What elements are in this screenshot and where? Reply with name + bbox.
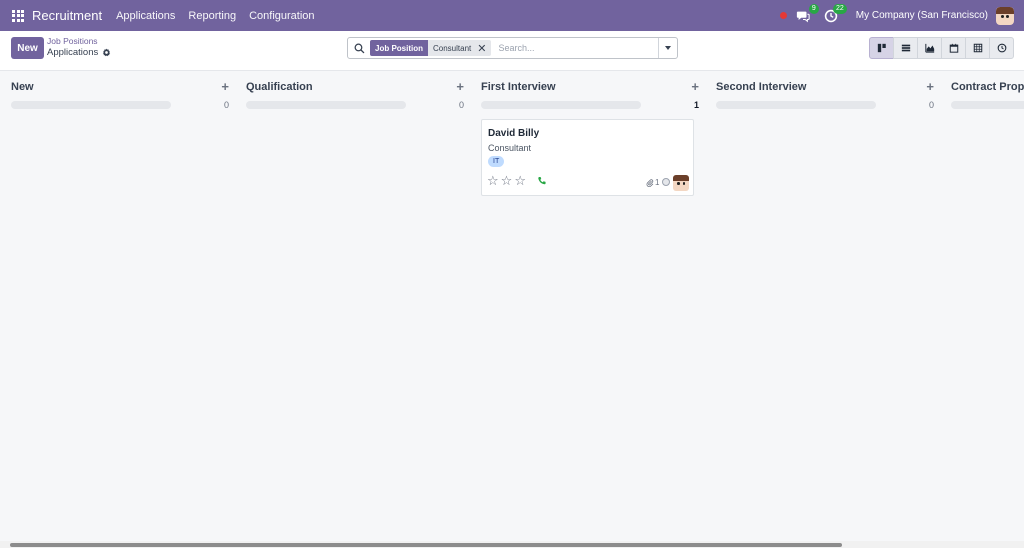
applicant-tag: IT: [488, 156, 505, 167]
pivot-table-icon: [973, 43, 982, 53]
column-progress-bar[interactable]: [246, 101, 406, 109]
column-add-icon[interactable]: +: [926, 79, 934, 94]
star-icon[interactable]: ☆: [501, 174, 513, 187]
column-add-icon[interactable]: +: [456, 79, 464, 94]
kanban-column-first-interview: First Interview + 1 David Billy Consulta…: [481, 71, 699, 541]
applicant-card[interactable]: David Billy Consultant IT ☆ ☆ ☆ 1: [481, 119, 694, 196]
column-progress-bar[interactable]: [716, 101, 876, 109]
phone-icon[interactable]: [537, 176, 547, 186]
app-name[interactable]: Recruitment: [32, 8, 102, 23]
view-switcher: [869, 37, 1014, 59]
company-switcher[interactable]: My Company (San Francisco): [856, 10, 988, 21]
menu-reporting[interactable]: Reporting: [188, 10, 236, 22]
recruiter-avatar[interactable]: [673, 175, 689, 191]
top-navbar: Recruitment Applications Reporting Confi…: [0, 0, 1024, 31]
column-title[interactable]: First Interview: [481, 81, 556, 93]
column-count: 0: [458, 100, 464, 110]
navbar-systray: 9 22 My Company (San Francisco): [779, 0, 1014, 31]
pivot-view-button[interactable]: [965, 37, 990, 59]
attachments-count: 1: [655, 178, 660, 187]
kanban-column-qualification: Qualification + 0: [246, 71, 464, 541]
apps-grid-icon[interactable]: [12, 9, 24, 22]
column-title[interactable]: Contract Proposal: [951, 81, 1024, 93]
area-chart-icon: [924, 43, 934, 53]
breadcrumb-current: Applications: [47, 47, 111, 58]
list-icon: [901, 44, 910, 52]
kanban-column-second-interview: Second Interview + 0: [716, 71, 934, 541]
activities-button[interactable]: 22: [824, 3, 847, 23]
caret-down-icon: [665, 46, 671, 50]
facet-label: Job Position: [370, 40, 428, 56]
breadcrumb: Job Positions Applications: [47, 36, 111, 58]
scrollbar-thumb[interactable]: [10, 543, 842, 547]
kanban-view-button[interactable]: [869, 37, 894, 59]
list-view-button[interactable]: [893, 37, 918, 59]
column-count: 0: [223, 100, 229, 110]
column-progress-bar[interactable]: [481, 101, 641, 109]
user-avatar[interactable]: [996, 6, 1014, 25]
gear-icon[interactable]: [102, 48, 111, 57]
breadcrumb-job-positions[interactable]: Job Positions: [47, 36, 111, 46]
search-input[interactable]: [498, 43, 639, 53]
star-icon[interactable]: ☆: [487, 174, 499, 187]
recording-dot-icon[interactable]: [779, 12, 787, 19]
attachments[interactable]: 1: [646, 178, 659, 187]
kanban-board: New + 0 Qualification + 0 First Intervie…: [0, 71, 1024, 541]
column-add-icon[interactable]: +: [221, 79, 229, 94]
activities-badge: 22: [832, 3, 847, 14]
menu-configuration[interactable]: Configuration: [249, 10, 314, 22]
control-panel: New Job Positions Applications Job Posit…: [0, 31, 1024, 71]
priority-stars: ☆ ☆ ☆: [487, 174, 526, 187]
facet-value: Consultant ✕: [428, 40, 492, 56]
applicant-job: Consultant: [488, 143, 532, 153]
star-icon[interactable]: ☆: [514, 174, 526, 187]
search-bar[interactable]: Job Position Consultant ✕: [347, 37, 678, 59]
activity-clock-icon: [997, 43, 1006, 53]
horizontal-scrollbar[interactable]: [0, 541, 1024, 548]
calendar-icon: [949, 43, 958, 53]
graph-view-button[interactable]: [917, 37, 942, 59]
column-count: 0: [928, 100, 934, 110]
column-progress-bar[interactable]: [951, 101, 1024, 109]
messages-button[interactable]: 9: [796, 3, 819, 23]
chat-icon: [796, 11, 810, 22]
column-title[interactable]: Qualification: [246, 81, 313, 93]
paperclip-icon: [646, 178, 654, 187]
messages-badge: 9: [808, 3, 819, 14]
facet-remove-icon[interactable]: ✕: [477, 42, 486, 55]
kanban-icon: [877, 43, 886, 53]
applicant-name: David Billy: [488, 128, 540, 139]
facet-value-text: Consultant: [433, 43, 472, 53]
breadcrumb-current-label: Applications: [47, 47, 99, 58]
menu-applications[interactable]: Applications: [116, 10, 175, 22]
column-title[interactable]: New: [11, 81, 34, 93]
kanban-column-contract-proposal: Contract Proposal: [951, 71, 1024, 541]
activity-view-button[interactable]: [989, 37, 1014, 59]
column-progress-bar[interactable]: [11, 101, 171, 109]
kanban-column-new: New + 0: [11, 71, 229, 541]
calendar-view-button[interactable]: [941, 37, 966, 59]
column-count: 1: [693, 100, 699, 110]
new-button[interactable]: New: [11, 37, 44, 59]
column-add-icon[interactable]: +: [691, 79, 699, 94]
column-title[interactable]: Second Interview: [716, 81, 806, 93]
search-icon: [354, 43, 365, 53]
kanban-state-dot[interactable]: [662, 178, 670, 186]
search-options-toggle[interactable]: [658, 38, 677, 58]
